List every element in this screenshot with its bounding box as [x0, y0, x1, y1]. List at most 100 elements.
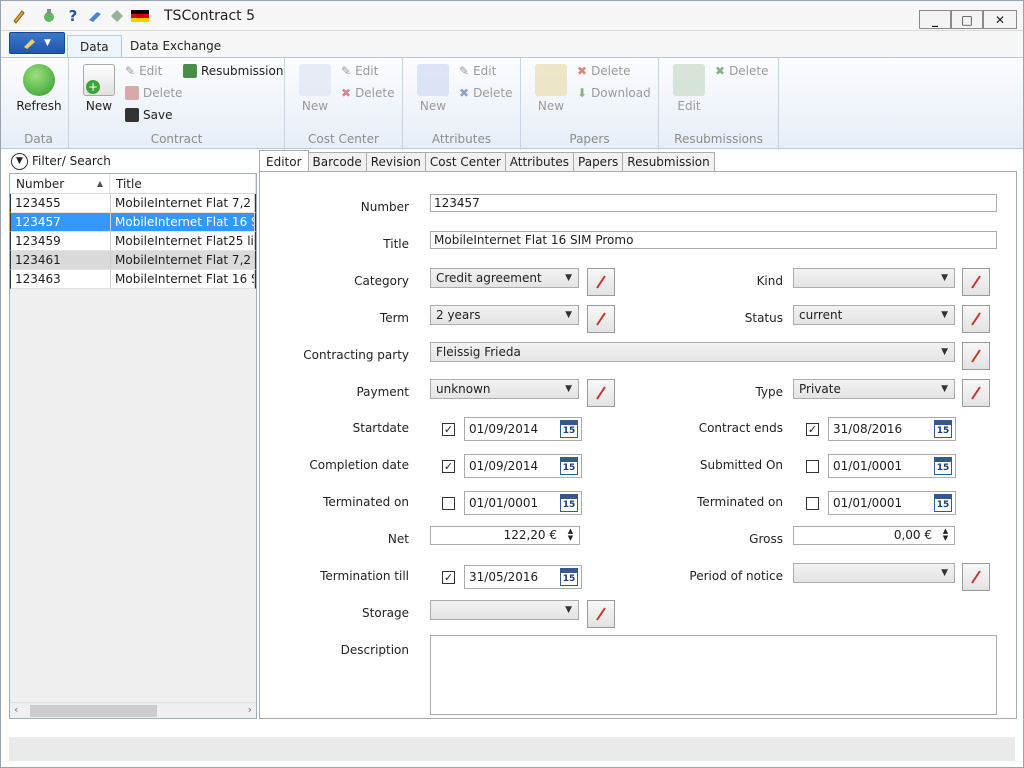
period-of-notice-edit-button[interactable]: [962, 563, 990, 591]
contract-delete-button[interactable]: Delete: [125, 84, 182, 102]
calendar-icon[interactable]: 15: [560, 457, 578, 475]
tools-icon[interactable]: [87, 8, 103, 24]
german-flag-icon[interactable]: [131, 8, 149, 24]
status-edit-button[interactable]: [962, 305, 990, 333]
tab-attributes[interactable]: Attributes: [505, 152, 575, 172]
close-button[interactable]: ✕: [983, 10, 1017, 29]
startdate-picker[interactable]: 01/09/2014 15: [464, 417, 582, 441]
terminated-on-picker[interactable]: 01/01/0001 15: [464, 491, 582, 515]
attributes-new-button[interactable]: New: [408, 64, 458, 113]
tab-resubmission[interactable]: Resubmission: [623, 152, 715, 172]
costcenter-new-button[interactable]: New: [290, 64, 340, 113]
scrollbar-thumb[interactable]: [30, 705, 157, 717]
category-select[interactable]: Credit agreement ▼: [430, 268, 579, 288]
minimize-button[interactable]: _: [919, 10, 951, 29]
completion-date-picker[interactable]: 01/09/2014 15: [464, 454, 582, 478]
gross-field[interactable]: 0,00 € ▲ ▼: [793, 526, 955, 545]
table-row-selected[interactable]: 123457MobileInternet Flat 16 SIM: [10, 213, 256, 232]
resubmissions-delete-button[interactable]: ✖ Delete: [715, 62, 769, 80]
payment-edit-button[interactable]: [587, 379, 615, 407]
termination-till-picker[interactable]: 31/05/2016 15: [464, 565, 582, 589]
startdate-checkbox[interactable]: ✓: [442, 423, 455, 436]
scroll-left-icon[interactable]: ‹: [14, 703, 18, 716]
table-row[interactable]: 123463MobileInternet Flat 16 SIM: [10, 270, 256, 289]
net-field[interactable]: 122,20 € ▲ ▼: [430, 526, 580, 545]
contract-ends-picker[interactable]: 31/08/2016 15: [828, 417, 956, 441]
table-row[interactable]: 123461 MobileInternet Flat 7,2 lig: [10, 251, 256, 270]
contract-new-button[interactable]: + New: [74, 64, 124, 113]
help-icon[interactable]: ?: [65, 7, 81, 25]
column-title-header[interactable]: Title: [110, 174, 256, 193]
attributes-edit-button[interactable]: ✎ Edit: [459, 62, 496, 80]
connect-icon[interactable]: [109, 8, 125, 24]
term-select[interactable]: 2 years ▼: [430, 305, 579, 325]
calendar-icon[interactable]: 15: [934, 494, 952, 512]
submitted-on-picker[interactable]: 01/01/0001 15: [828, 454, 956, 478]
plugin-icon[interactable]: [41, 8, 57, 24]
application-menu-button[interactable]: ▼: [9, 32, 65, 54]
type-edit-button[interactable]: [962, 379, 990, 407]
edit-pencil-icon: [596, 386, 606, 400]
completion-date-checkbox[interactable]: ✓: [442, 460, 455, 473]
table-row[interactable]: 123459 MobileInternet Flat25 ligh: [10, 232, 256, 251]
delete-icon: ✖: [341, 86, 352, 100]
table-row[interactable]: 123455 MobileInternet Flat 7,2 lig: [10, 194, 256, 213]
scroll-right-icon[interactable]: ›: [248, 703, 252, 716]
calendar-icon[interactable]: 15: [934, 457, 952, 475]
storage-edit-button[interactable]: [587, 600, 615, 628]
filter-search-toggle[interactable]: ▼ Filter/ Search: [9, 149, 257, 173]
calendar-icon[interactable]: 15: [560, 420, 578, 438]
papers-download-button[interactable]: ⬇ Download: [577, 84, 651, 102]
calendar-icon[interactable]: 15: [560, 494, 578, 512]
resubmissions-edit-button[interactable]: Edit: [664, 64, 714, 113]
edit-resubmission-icon: [673, 64, 705, 96]
contracting-party-edit-button[interactable]: [962, 342, 990, 370]
edit-pencil-icon: [596, 607, 606, 621]
term-edit-button[interactable]: [587, 305, 615, 333]
calendar-icon[interactable]: 15: [560, 568, 578, 586]
payment-select[interactable]: unknown ▼: [430, 379, 579, 399]
category-edit-button[interactable]: [587, 268, 615, 296]
costcenter-delete-button[interactable]: ✖ Delete: [341, 84, 395, 102]
terminated-on-2-picker[interactable]: 01/01/0001 15: [828, 491, 956, 515]
pencil-icon[interactable]: [11, 8, 27, 24]
papers-new-button[interactable]: New: [526, 64, 576, 113]
tab-revision[interactable]: Revision: [366, 152, 426, 172]
number-field[interactable]: 123457: [430, 194, 997, 212]
storage-select[interactable]: ▼: [430, 600, 579, 620]
contract-edit-button[interactable]: ✎ Edit: [125, 62, 162, 80]
contract-save-button[interactable]: Save: [125, 106, 172, 124]
tab-papers[interactable]: Papers: [574, 152, 624, 172]
resubmission-button[interactable]: Resubmission: [183, 62, 283, 80]
status-select[interactable]: current ▼: [793, 305, 955, 325]
contract-ends-checkbox[interactable]: ✓: [806, 423, 819, 436]
spinner-arrows-icon[interactable]: ▲ ▼: [563, 528, 578, 543]
period-of-notice-select[interactable]: ▼: [793, 563, 955, 583]
type-select[interactable]: Private ▼: [793, 379, 955, 399]
calendar-icon[interactable]: 15: [934, 420, 952, 438]
column-number-header[interactable]: Number ▲: [10, 174, 110, 193]
ribbon-tab-data[interactable]: Data: [67, 35, 122, 57]
terminated-on-2-checkbox[interactable]: [806, 497, 819, 510]
tab-editor[interactable]: Editor: [259, 150, 309, 172]
refresh-button[interactable]: Refresh: [14, 64, 64, 113]
ribbon-tab-data-exchange[interactable]: Data Exchange: [118, 35, 233, 57]
attributes-delete-button[interactable]: ✖ Delete: [459, 84, 513, 102]
horizontal-scrollbar[interactable]: ‹ ›: [10, 702, 256, 718]
papers-delete-button[interactable]: ✖ Delete: [577, 62, 631, 80]
spinner-arrows-icon[interactable]: ▲ ▼: [938, 528, 953, 543]
edit-pencil-icon: [596, 275, 606, 289]
submitted-on-checkbox[interactable]: [806, 460, 819, 473]
kind-select[interactable]: ▼: [793, 268, 955, 288]
tab-barcode[interactable]: Barcode: [308, 152, 367, 172]
title-label: Title: [383, 237, 409, 251]
tab-cost-center[interactable]: Cost Center: [425, 152, 506, 172]
kind-edit-button[interactable]: [962, 268, 990, 296]
maximize-button[interactable]: □: [951, 10, 983, 29]
contracting-party-select[interactable]: Fleissig Frieda ▼: [430, 342, 955, 362]
costcenter-edit-button[interactable]: ✎ Edit: [341, 62, 378, 80]
terminated-on-checkbox[interactable]: [442, 497, 455, 510]
title-field[interactable]: MobileInternet Flat 16 SIM Promo: [430, 231, 997, 249]
description-textarea[interactable]: [430, 635, 997, 715]
termination-till-checkbox[interactable]: ✓: [442, 571, 455, 584]
